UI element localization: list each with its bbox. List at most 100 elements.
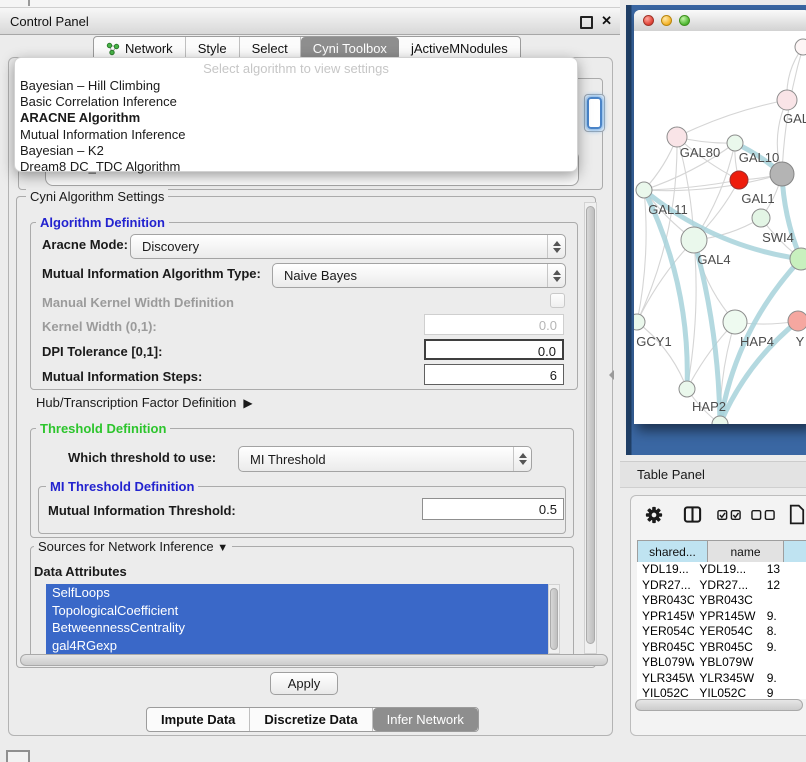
tab-label: Select bbox=[252, 41, 288, 56]
table-cell: YPR145W bbox=[694, 609, 756, 625]
table-cell: YIL052C bbox=[637, 686, 694, 699]
network-node-gal10[interactable] bbox=[727, 135, 743, 151]
dropdown-item-basic-correlation-inference[interactable]: Basic Correlation Inference bbox=[15, 94, 577, 110]
attribute-item-selfloops[interactable]: SelfLoops bbox=[46, 584, 548, 602]
attribute-item-betweennesscentrality[interactable]: BetweennessCentrality bbox=[46, 619, 548, 637]
network-edge[interactable] bbox=[637, 322, 687, 389]
dropdown-item-bayesian-hill-climbing[interactable]: Bayesian – Hill Climbing bbox=[15, 78, 577, 94]
table-cell: YBR043C bbox=[637, 593, 694, 609]
dropdown-item-dream8-dc-tdc-algorithm[interactable]: Dream8 DC_TDC Algorithm bbox=[15, 159, 577, 175]
mi-threshold-input[interactable]: 0.5 bbox=[422, 498, 564, 520]
network-edge[interactable] bbox=[637, 190, 646, 322]
zoom-traffic-light-icon[interactable] bbox=[679, 15, 690, 26]
column-header-shared[interactable]: shared... bbox=[638, 541, 708, 563]
which-threshold-combo[interactable]: MI Threshold bbox=[238, 446, 532, 472]
network-node[interactable] bbox=[730, 171, 748, 189]
table-row[interactable]: YIL052CYIL052C9 bbox=[637, 686, 806, 699]
network-canvas[interactable]: GALGAL80GAL10GAL11GAL1GAL4SWI4GCY1HAP4YH… bbox=[634, 31, 806, 424]
table-cell: 9. bbox=[757, 671, 806, 687]
network-edge-thick[interactable] bbox=[782, 174, 801, 259]
network-node-gcy1[interactable] bbox=[634, 314, 645, 330]
table-header-row: shared...nameA bbox=[637, 540, 806, 564]
network-node-hap2[interactable] bbox=[679, 381, 695, 397]
tab-label: Cyni Toolbox bbox=[313, 41, 387, 56]
table-cell: YDR27... bbox=[637, 578, 694, 594]
manual-kernel-checkbox[interactable] bbox=[550, 293, 565, 308]
network-node-gal11[interactable] bbox=[636, 182, 652, 198]
table-row[interactable]: YDL19...YDL19...13 bbox=[637, 562, 806, 578]
network-node-gal4[interactable] bbox=[681, 227, 707, 253]
column-header-a[interactable]: A bbox=[784, 541, 806, 563]
table-panel-titlebar: Table Panel bbox=[620, 461, 806, 488]
sources-legend[interactable]: Sources for Network Inference ▼ bbox=[34, 539, 232, 556]
table-row[interactable]: YPR145WYPR145W9. bbox=[637, 609, 806, 625]
table-row[interactable]: YBR045CYBR045C9. bbox=[637, 640, 806, 656]
attribute-item-topologicalcoefficient[interactable]: TopologicalCoefficient bbox=[46, 602, 548, 620]
stepper-icon[interactable] bbox=[547, 235, 565, 258]
focused-combo-stepper[interactable] bbox=[584, 94, 605, 132]
table-cell: 12 bbox=[757, 578, 806, 594]
document-icon[interactable] bbox=[789, 504, 805, 525]
bottom-tab-infer-network[interactable]: Infer Network bbox=[373, 708, 478, 731]
kernel-width-input[interactable]: 0.0 bbox=[424, 314, 564, 335]
network-node-hap4[interactable] bbox=[723, 310, 747, 334]
split-columns-icon[interactable] bbox=[683, 505, 702, 524]
hub-section-toggle[interactable]: Hub/Transcription Factor Definition ▶ bbox=[36, 395, 253, 411]
node-label: GAL11 bbox=[648, 202, 688, 217]
bottom-tab-impute-data[interactable]: Impute Data bbox=[147, 708, 250, 731]
network-node[interactable] bbox=[770, 162, 794, 186]
column-header-name[interactable]: name bbox=[708, 541, 784, 563]
network-edge[interactable] bbox=[637, 137, 677, 322]
attribute-item-gal4rgexp[interactable]: gal4RGexp bbox=[46, 637, 548, 655]
mi-type-combo[interactable]: Naive Bayes bbox=[272, 263, 566, 288]
node-label: GAL4 bbox=[697, 252, 730, 267]
table-horizontal-scrollbar[interactable] bbox=[635, 699, 803, 711]
apply-button[interactable]: Apply bbox=[270, 672, 338, 695]
scrollbar-thumb[interactable] bbox=[550, 588, 558, 650]
dpi-tolerance-input[interactable]: 0.0 bbox=[424, 339, 564, 360]
minimize-traffic-light-icon[interactable] bbox=[661, 15, 672, 26]
dropdown-item-bayesian-k2[interactable]: Bayesian – K2 bbox=[15, 143, 577, 159]
tab-label: Network bbox=[125, 41, 173, 56]
table-row[interactable]: YBR043CYBR043C bbox=[637, 593, 806, 609]
splitter-handle-icon[interactable] bbox=[609, 370, 614, 380]
network-edge-thick[interactable] bbox=[694, 240, 720, 424]
dropdown-prompt: Select algorithm to view settings bbox=[15, 61, 577, 78]
network-node-y[interactable] bbox=[788, 311, 806, 331]
network-node-gal[interactable] bbox=[777, 90, 797, 110]
gear-icon[interactable] bbox=[645, 506, 663, 524]
settings-vertical-scrollbar[interactable] bbox=[584, 202, 597, 654]
settings-horizontal-scrollbar[interactable] bbox=[20, 654, 608, 666]
table-row[interactable]: YLR345WYLR345W9. bbox=[637, 671, 806, 687]
close-icon[interactable]: ✕ bbox=[601, 13, 612, 29]
collapsed-panel-icon[interactable] bbox=[6, 750, 30, 762]
mi-steps-input[interactable]: 6 bbox=[424, 364, 564, 385]
table-row[interactable]: YDR27...YDR27...12 bbox=[637, 578, 806, 594]
select-all-checkboxes-icon[interactable] bbox=[717, 509, 742, 521]
attribute-list-scrollbar[interactable] bbox=[548, 584, 560, 654]
table-cell: 8. bbox=[757, 624, 806, 640]
float-window-icon[interactable] bbox=[580, 16, 593, 29]
table-row[interactable]: YBL079WYBL079W bbox=[637, 655, 806, 671]
table-cell: YPR145W bbox=[637, 609, 694, 625]
stepper-icon[interactable] bbox=[513, 447, 531, 471]
mi-type-label: Mutual Information Algorithm Type: bbox=[42, 266, 261, 282]
aracne-mode-combo[interactable]: Discovery bbox=[130, 234, 566, 259]
collapse-arrow-icon: ▼ bbox=[217, 542, 228, 554]
node-label: GAL1 bbox=[741, 191, 774, 206]
dropdown-item-aracne-algorithm[interactable]: ARACNE Algorithm bbox=[15, 110, 577, 126]
threshold-definition-legend: Threshold Definition bbox=[36, 421, 170, 436]
stepper-icon[interactable] bbox=[547, 264, 565, 287]
close-traffic-light-icon[interactable] bbox=[643, 15, 654, 26]
network-node[interactable] bbox=[795, 39, 806, 55]
which-threshold-value: MI Threshold bbox=[239, 452, 513, 467]
network-node-gal80[interactable] bbox=[667, 127, 687, 147]
table-row[interactable]: YER054CYER054C8. bbox=[637, 624, 806, 640]
dropdown-item-mutual-information-inference[interactable]: Mutual Information Inference bbox=[15, 127, 577, 143]
deselect-all-checkboxes-icon[interactable] bbox=[751, 509, 776, 521]
network-edge[interactable] bbox=[677, 100, 787, 137]
network-node-gal1[interactable] bbox=[752, 209, 770, 227]
scrollbar-thumb[interactable] bbox=[586, 206, 595, 644]
algorithm-dropdown-list: Select algorithm to view settings Bayesi… bbox=[14, 57, 578, 172]
bottom-tab-discretize-data[interactable]: Discretize Data bbox=[250, 708, 372, 731]
